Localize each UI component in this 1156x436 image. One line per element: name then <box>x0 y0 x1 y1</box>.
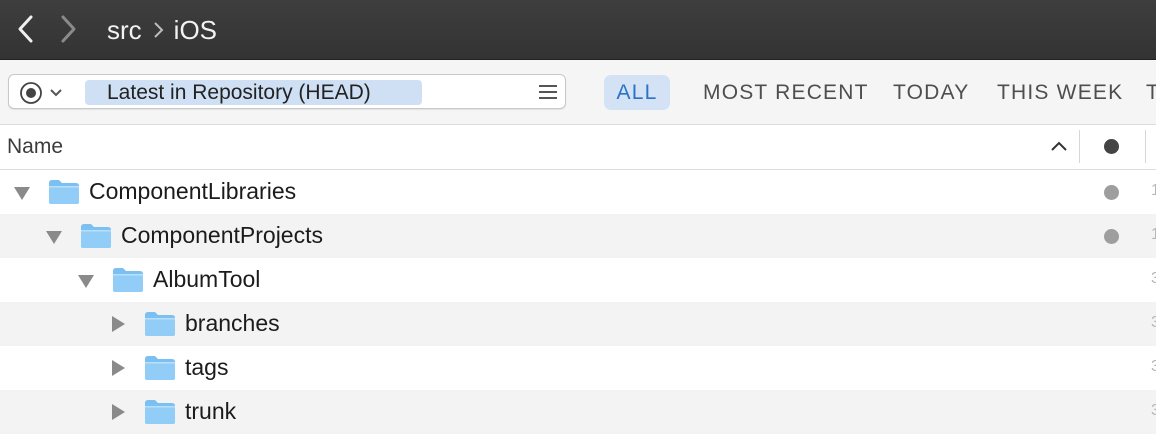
filter-tab-truncated[interactable]: T <box>1146 75 1156 110</box>
disclosure-expanded-icon[interactable] <box>45 227 63 245</box>
radio-target-icon <box>20 82 42 104</box>
status-dot <box>1104 229 1119 244</box>
disclosure-collapsed-icon[interactable] <box>109 359 127 377</box>
chevron-right-icon <box>61 15 76 43</box>
status-dot <box>1104 185 1119 200</box>
folder-icon <box>145 400 175 424</box>
row-label: branches <box>185 310 280 336</box>
folder-icon <box>113 268 143 292</box>
tree-row[interactable]: ComponentLibraries 1 <box>0 170 1156 214</box>
disclosure-expanded-icon[interactable] <box>77 271 95 289</box>
disclosure-collapsed-icon[interactable] <box>109 403 127 421</box>
tree-row[interactable]: AlbumTool 3 <box>0 258 1156 302</box>
folder-icon <box>145 356 175 380</box>
tree-row[interactable]: ComponentProjects 1 <box>0 214 1156 258</box>
back-button[interactable] <box>12 14 40 44</box>
chevron-down-icon <box>50 89 62 97</box>
revision-field[interactable]: Latest in Repository (HEAD) <box>8 74 566 109</box>
row-label: tags <box>185 354 229 380</box>
column-name-header[interactable]: Name <box>7 135 63 159</box>
filter-tab-today[interactable]: TODAY <box>893 75 969 110</box>
breadcrumb-separator-icon <box>152 21 164 39</box>
folder-icon <box>145 312 175 336</box>
truncated-cell: 1 <box>1151 182 1156 199</box>
row-label: ComponentProjects <box>121 222 323 248</box>
row-label: trunk <box>185 398 237 424</box>
column-header: Name <box>0 125 1156 170</box>
truncated-cell: 3 <box>1151 402 1156 419</box>
disclosure-collapsed-icon[interactable] <box>109 315 127 333</box>
truncated-cell: 3 <box>1151 358 1156 375</box>
toolbar: Latest in Repository (HEAD) ALL MOST REC… <box>0 60 1156 125</box>
sort-ascending-chevron-icon[interactable] <box>1050 139 1068 153</box>
revision-token[interactable]: Latest in Repository (HEAD) <box>85 80 422 105</box>
folder-icon <box>81 224 111 248</box>
truncated-cell: 3 <box>1151 314 1156 331</box>
column-divider[interactable] <box>1145 130 1146 163</box>
row-label: AlbumTool <box>153 266 261 292</box>
filter-tab-this-week[interactable]: THIS WEEK <box>997 75 1123 110</box>
breadcrumb-item-src[interactable]: src <box>107 15 142 46</box>
disclosure-expanded-icon[interactable] <box>13 183 31 201</box>
title-bar: src iOS <box>0 0 1156 60</box>
filter-tab-most-recent[interactable]: MOST RECENT <box>703 75 869 110</box>
tree-row[interactable]: trunk 3 <box>0 390 1156 434</box>
tree-row[interactable]: tags 3 <box>0 346 1156 390</box>
hamburger-menu-icon[interactable] <box>539 84 557 100</box>
column-divider[interactable] <box>1079 130 1080 163</box>
chevron-left-icon <box>18 15 33 43</box>
forward-button[interactable] <box>55 14 83 44</box>
tree-row[interactable]: branches 3 <box>0 302 1156 346</box>
filter-tab-all[interactable]: ALL <box>604 75 670 110</box>
breadcrumb: src iOS <box>107 14 217 46</box>
folder-icon <box>49 180 79 204</box>
truncated-cell: 3 <box>1151 270 1156 287</box>
breadcrumb-item-ios[interactable]: iOS <box>174 15 217 46</box>
truncated-cell: 1 <box>1151 226 1156 243</box>
row-label: ComponentLibraries <box>89 178 297 204</box>
revision-picker[interactable] <box>19 82 63 104</box>
status-dot-icon[interactable] <box>1103 138 1120 155</box>
